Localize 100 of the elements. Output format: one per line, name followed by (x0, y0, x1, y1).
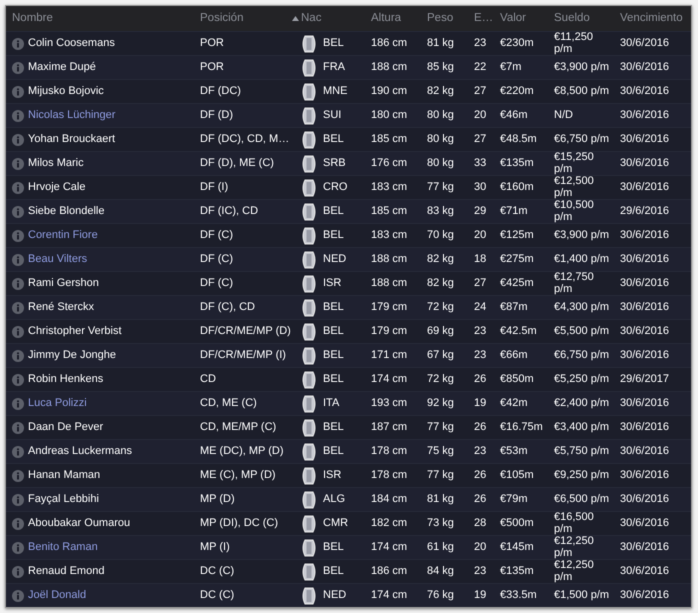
table-cell-text: 26 (474, 468, 488, 484)
table-cell-text: 85 kg (427, 60, 455, 76)
column-header[interactable]: Posición (200, 10, 289, 28)
column-header[interactable]: E… (474, 10, 500, 28)
player-name[interactable]: Christopher Verbist (28, 323, 200, 340)
info-icon[interactable] (12, 254, 24, 266)
info-icon[interactable] (12, 494, 24, 506)
info-icon[interactable] (12, 182, 24, 194)
table-cell-text: 30/6/2016 (620, 348, 670, 364)
table-cell-text: DF (IC), CD (200, 204, 260, 220)
flag-icon (301, 106, 317, 124)
flag-icon (301, 466, 317, 484)
table-cell-text: 30/6/2016 (620, 540, 670, 556)
info-icon[interactable] (12, 422, 24, 434)
info-icon[interactable] (12, 350, 24, 362)
info-icon[interactable] (12, 158, 24, 170)
table-cell-text: €87m (500, 300, 529, 316)
player-name[interactable]: Hrvoje Cale (28, 179, 200, 196)
table-cell-text: 187 cm (371, 420, 408, 436)
info-icon[interactable] (12, 470, 24, 482)
info-icon[interactable] (12, 374, 24, 386)
column-header[interactable]: Valor (500, 10, 554, 28)
player-name[interactable]: Benito Raman (28, 539, 200, 556)
player-name[interactable]: Luca Polizzi (28, 395, 200, 412)
table-cell-text: BEL (323, 228, 345, 244)
table-cell-text: 27 (474, 84, 488, 100)
table-cell-text: CD (200, 372, 217, 388)
table-cell-text: FRA (323, 60, 346, 76)
player-name[interactable]: Jimmy De Jonghe (28, 347, 200, 364)
column-header[interactable]: Nombre (6, 10, 200, 28)
player-name[interactable]: Corentin Fiore (28, 227, 200, 244)
table-cell-text: 26 (474, 492, 488, 508)
player-name[interactable]: Beau Vilters (28, 251, 200, 268)
table-cell-text: €15,250 p/m (554, 152, 595, 176)
info-icon[interactable] (12, 590, 24, 602)
table-cell-text: 174 cm (371, 372, 408, 388)
table-cell-text: 67 kg (427, 348, 455, 364)
flag-icon (301, 250, 317, 268)
player-name[interactable]: Mijusko Bojovic (28, 83, 200, 100)
info-icon[interactable] (12, 38, 24, 50)
table-cell-text: 186 cm (371, 564, 408, 580)
table-cell-text: 188 cm (371, 276, 408, 292)
table-cell-text: 29/6/2016 (620, 204, 670, 220)
player-name[interactable]: Fayçal Lebbihi (28, 491, 200, 508)
info-icon[interactable] (12, 302, 24, 314)
player-name[interactable]: Siebe Blondelle (28, 203, 200, 220)
table-cell-text: SUI (323, 108, 342, 124)
player-name[interactable]: Rami Gershon (28, 275, 200, 292)
table-cell-text: €5,500 p/m (554, 326, 610, 338)
player-name[interactable]: Nicolas Lüchinger (28, 107, 200, 124)
column-header[interactable]: Nac (289, 10, 371, 28)
table-cell-text: BEL (323, 564, 345, 580)
player-name[interactable]: Colin Coosemans (28, 35, 200, 52)
info-icon[interactable] (12, 278, 24, 290)
table-cell-text: €46m (500, 108, 529, 124)
player-name[interactable]: Hanan Maman (28, 467, 200, 484)
table-cell-text: 24 (474, 300, 488, 316)
player-name[interactable]: Milos Maric (28, 155, 200, 172)
table-cell-text: €135m (500, 156, 535, 172)
column-header[interactable]: Altura (371, 10, 427, 28)
player-name[interactable]: Andreas Luckermans (28, 443, 200, 460)
table-cell-text: MP (D) (200, 492, 236, 508)
table-cell-text: CRO (323, 180, 348, 196)
table-cell-text: 76 kg (427, 588, 455, 604)
column-header[interactable]: Vencimiento (620, 10, 691, 28)
table-cell-text: BEL (323, 444, 345, 460)
table-cell-text: 27 (474, 276, 488, 292)
table-cell-text: 23 (474, 564, 488, 580)
player-name[interactable]: Daan De Pever (28, 419, 200, 436)
table-cell-text: CD, ME (C) (200, 396, 258, 412)
info-icon[interactable] (12, 62, 24, 74)
table-cell-text: 80 kg (427, 108, 455, 124)
info-icon[interactable] (12, 566, 24, 578)
info-icon[interactable] (12, 542, 24, 554)
flag-icon (301, 202, 317, 221)
column-header[interactable]: Sueldo (554, 10, 620, 28)
info-icon[interactable] (12, 326, 24, 338)
sort-arrow-icon (292, 16, 299, 21)
player-name[interactable]: René Sterckx (28, 299, 200, 316)
table-cell-text: MNE (323, 84, 348, 100)
info-icon[interactable] (12, 86, 24, 98)
info-icon[interactable] (12, 110, 24, 122)
info-icon[interactable] (12, 398, 24, 410)
info-icon[interactable] (12, 134, 24, 146)
column-header[interactable]: Peso (427, 10, 474, 28)
player-name[interactable]: Joël Donald (28, 587, 200, 604)
info-icon[interactable] (12, 446, 24, 458)
info-icon[interactable] (12, 206, 24, 218)
info-icon[interactable] (12, 518, 24, 530)
info-icon[interactable] (12, 230, 24, 242)
player-name[interactable]: Renaud Emond (28, 563, 200, 580)
table-cell-text: €425m (500, 276, 535, 292)
table-cell-text: 188 cm (371, 60, 408, 76)
player-name[interactable]: Yohan Brouckaert (28, 131, 200, 148)
player-name[interactable]: Maxime Dupé (28, 59, 200, 76)
table-cell-text: 72 kg (427, 372, 455, 388)
table-cell-text: 23 (474, 348, 488, 364)
table-cell-text: 183 cm (371, 228, 408, 244)
player-name[interactable]: Aboubakar Oumarou (28, 515, 200, 532)
player-name[interactable]: Robin Henkens (28, 371, 200, 388)
